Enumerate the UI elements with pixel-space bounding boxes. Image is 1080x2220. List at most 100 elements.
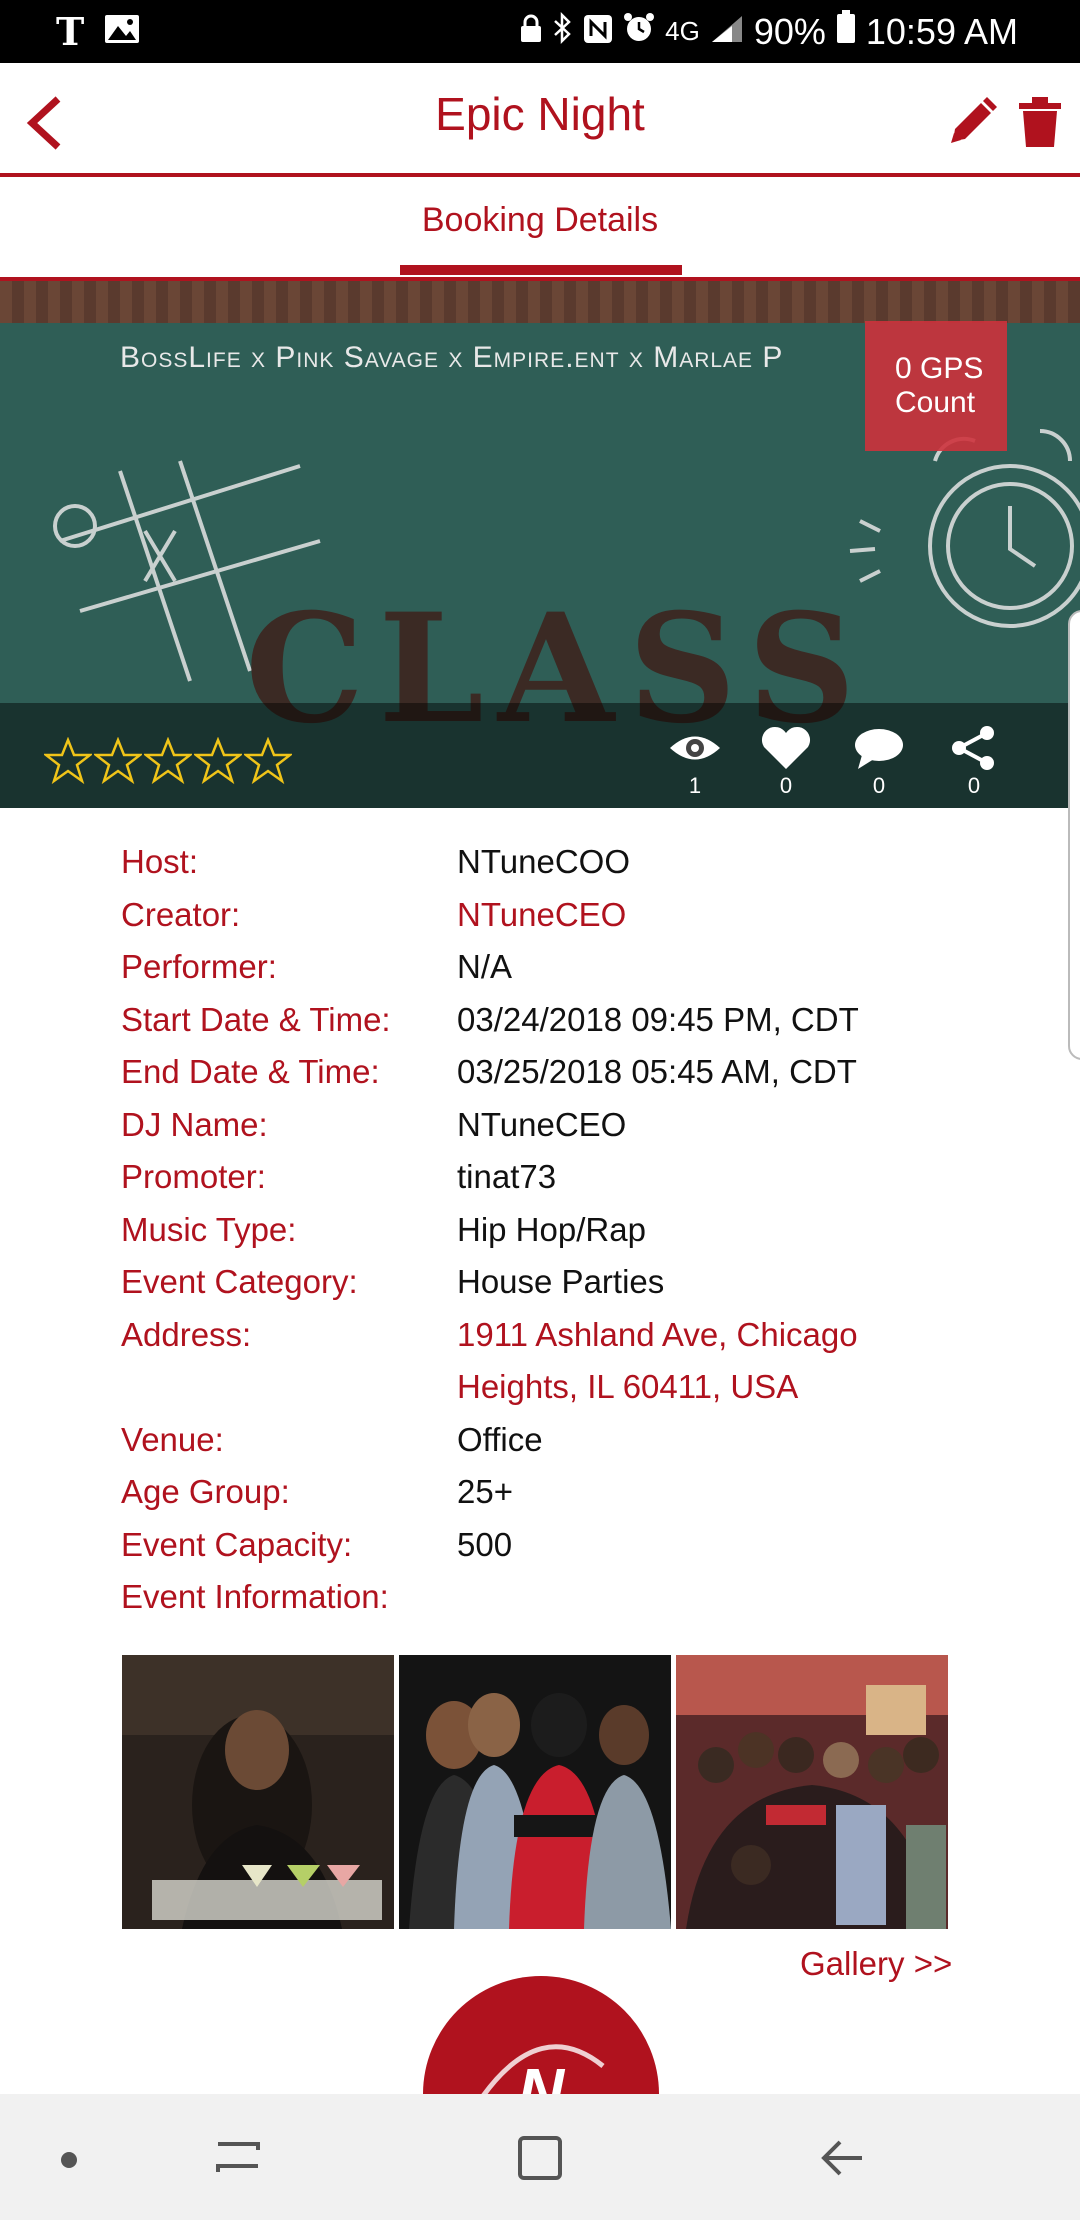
detail-label: End Date & Time: [121,1053,380,1090]
star-icon[interactable] [194,737,242,785]
star-icon[interactable] [144,737,192,785]
booking-details-list: Host: NTuneCOO Creator: NTuneCEO Performer… [121,836,1001,1624]
event-banner: BossLife x Pink Savage x Empire.ent x Ma… [0,281,1080,808]
detail-row-host: Host: NTuneCOO [121,836,1001,889]
tab-indicator [400,265,682,275]
trash-icon [1019,97,1061,147]
likes-stat[interactable]: 0 [756,725,816,799]
gps-count: 0 [895,352,912,385]
gallery-photo-3[interactable] [676,1655,948,1929]
page-title: Epic Night [435,88,645,140]
clock: 10:59 AM [865,10,1018,52]
detail-value: 03/25/2018 05:45 AM, CDT [457,1053,857,1090]
detail-row-end: End Date & Time: 03/25/2018 05:45 AM, CDT [121,1046,1001,1099]
gallery-link[interactable]: Gallery >> [800,1945,952,1983]
nfc-icon [583,11,613,53]
share-count: 0 [967,773,981,798]
detail-label: Event Information: [121,1578,389,1615]
detail-value: Office [457,1420,543,1458]
home-icon [518,2136,562,2180]
bluetooth-icon [553,11,573,53]
banner-chalk-text: BossLife x Pink Savage x Empire.ent x Ma… [120,341,784,374]
gallery-icon [104,14,140,49]
share-icon [952,726,994,770]
detail-label: Address: [121,1315,252,1353]
detail-row-info: Event Information: [121,1571,1001,1624]
detail-value: tinat73 [457,1158,557,1195]
detail-row-age: Age Group: 25+ [121,1466,1001,1519]
back-arrow-icon [821,2140,862,2176]
detail-label: Music Type: [121,1210,297,1248]
detail-value: House Parties [457,1263,665,1300]
rating-stars[interactable] [44,737,292,785]
detail-value: NTuneCEO [457,1105,627,1143]
photo-image [399,1655,671,1929]
gps-label-2: Count [895,386,976,419]
detail-value: 25+ [457,1473,513,1510]
detail-row-dj: DJ Name: NTuneCEO [121,1099,1001,1152]
gallery-photo-1[interactable] [122,1655,394,1929]
detail-label: Host: [121,843,199,880]
system-nav-bar [0,2094,1080,2220]
detail-value [457,1571,1001,1624]
detail-label: Promoter: [121,1158,266,1195]
tab-bar: Booking Details [0,177,1080,281]
system-back-button[interactable] [814,2130,870,2186]
gallery-preview [122,1655,948,1929]
tab-booking-details[interactable]: Booking Details [400,201,680,240]
address-line-1: 1911 Ashland Ave, Chicago [457,1315,858,1353]
star-icon[interactable] [244,737,292,785]
detail-row-address: Address: 1911 Ashland Ave, Chicago Heights… [121,1309,1001,1414]
home-button[interactable] [512,2130,568,2186]
eye-icon [670,736,720,760]
detail-value: N/A [457,948,513,985]
detail-label: DJ Name: [121,1105,268,1143]
address-link[interactable]: 1911 Ashland Ave, Chicago Heights, IL 604… [457,1309,1001,1414]
detail-row-venue: Venue: Office [121,1414,1001,1467]
recents-button[interactable] [210,2130,266,2186]
likes-count: 0 [779,773,793,798]
detail-value: Hip Hop/Rap [457,1210,646,1248]
gallery-photo-2[interactable] [399,1655,671,1929]
gps-count-badge: 0 GPS Count [865,321,1007,451]
share-stat[interactable]: 0 [944,725,1004,799]
banner-stats-bar: 1 0 0 0 [0,703,1080,808]
detail-row-category: Event Category: House Parties [121,1256,1001,1309]
lock-icon [519,11,543,53]
detail-row-music: Music Type: Hip Hop/Rap [121,1204,1001,1257]
recents-icon [216,2142,260,2172]
detail-label: Performer: [121,948,277,985]
detail-value: NTuneCOO [457,843,630,880]
comments-stat[interactable]: 0 [849,725,909,799]
detail-row-promoter: Promoter: tinat73 [121,1151,1001,1204]
star-icon[interactable] [44,737,92,785]
photo-image [676,1655,948,1929]
detail-row-start: Start Date & Time: 03/24/2018 09:45 PM, C… [121,994,1001,1047]
comments-count: 0 [872,773,886,798]
detail-label: Start Date & Time: [121,1000,391,1038]
detail-label: Event Capacity: [121,1525,353,1563]
alarm-icon [623,11,655,53]
app-bar: Epic Night [0,63,1080,177]
nav-dot-icon [61,2152,77,2168]
views-stat[interactable]: 1 [665,725,725,799]
detail-row-creator: Creator: NTuneCEO [121,889,1001,942]
edit-button[interactable] [945,95,999,149]
delete-button[interactable] [1017,95,1063,149]
creator-link[interactable]: NTuneCEO [457,889,1001,942]
detail-label: Creator: [121,895,241,933]
heart-icon [761,726,811,769]
battery-percent: 90% [753,10,826,52]
star-icon[interactable] [94,737,142,785]
status-bar: T 4G 90% 10:59 AM [0,0,1080,63]
signal-icon [710,11,744,53]
detail-row-performer: Performer: N/A [121,941,1001,994]
detail-row-capacity: Event Capacity: 500 [121,1519,1001,1572]
edge-panel-handle[interactable] [1068,610,1080,1060]
carrier-icon: T [56,9,85,54]
network-type: 4G [665,16,700,46]
detail-value: 500 [457,1525,513,1563]
comment-icon [855,729,903,769]
detail-label: Event Category: [121,1263,358,1300]
pencil-icon [951,97,997,143]
